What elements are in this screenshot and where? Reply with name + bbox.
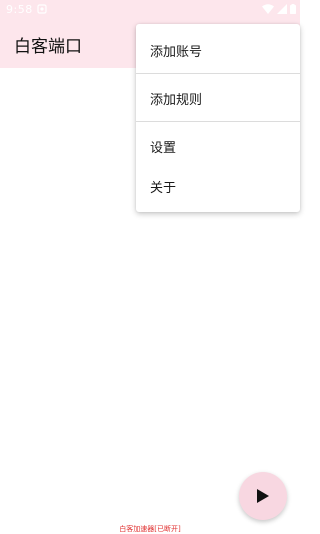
menu-item-label: 设置 bbox=[150, 141, 177, 156]
app-title: 白客端口 bbox=[14, 37, 82, 57]
menu-item-label: 关于 bbox=[150, 181, 177, 196]
battery-icon bbox=[290, 4, 296, 17]
status-bar: 9:58 bbox=[0, 0, 300, 20]
play-icon bbox=[257, 489, 269, 503]
overflow-menu: 添加账号 添加规则 设置 关于 bbox=[136, 24, 300, 212]
status-time: 9:58 bbox=[6, 3, 33, 16]
status-icons bbox=[262, 4, 296, 17]
menu-item-label: 添加账号 bbox=[150, 45, 203, 60]
wifi-icon bbox=[262, 4, 274, 17]
menu-item-add-account[interactable]: 添加账号 bbox=[136, 28, 300, 72]
signal-icon bbox=[277, 4, 287, 17]
menu-item-settings[interactable]: 设置 bbox=[136, 124, 300, 168]
menu-item-add-rule[interactable]: 添加规则 bbox=[136, 76, 300, 120]
notification-icon bbox=[37, 4, 47, 14]
menu-item-about[interactable]: 关于 bbox=[136, 164, 300, 208]
menu-divider bbox=[136, 121, 300, 122]
menu-item-label: 添加规则 bbox=[150, 93, 203, 108]
start-button[interactable] bbox=[239, 472, 287, 520]
menu-divider bbox=[136, 73, 300, 74]
